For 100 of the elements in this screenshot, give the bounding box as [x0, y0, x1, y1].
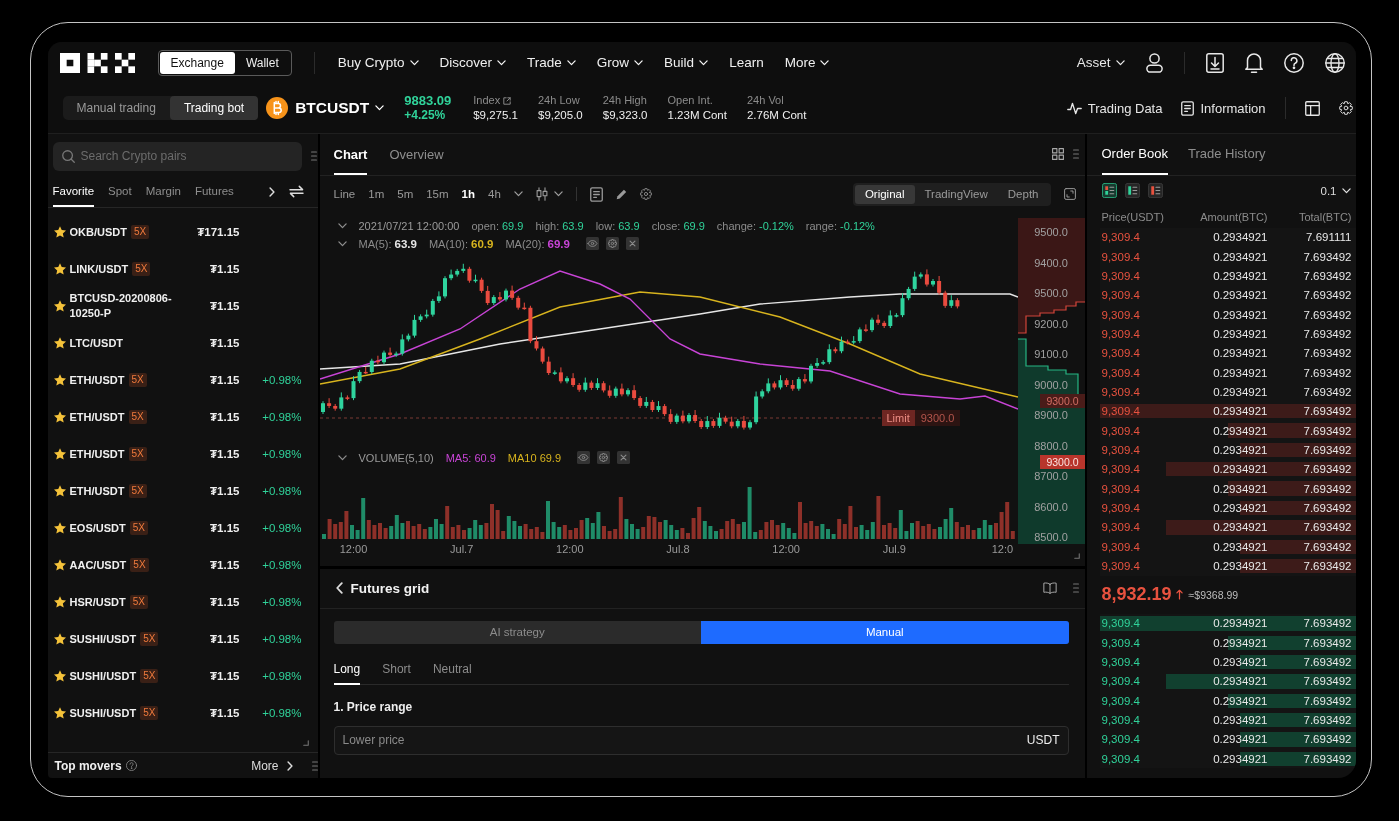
chart-view-tab[interactable]: TradingView [914, 184, 998, 204]
star-icon[interactable] [53, 596, 66, 608]
strategy-tab[interactable]: Manual [701, 620, 1069, 644]
interval-tab[interactable]: 4h [488, 188, 501, 200]
help-icon[interactable] [1283, 52, 1304, 73]
trading-mode-tab[interactable]: Manual trading [62, 96, 170, 120]
interval-tab[interactable]: Line [333, 188, 356, 200]
eye-icon[interactable] [577, 451, 591, 464]
pair-name[interactable]: LINK/USDT [69, 261, 129, 277]
search-field[interactable]: Search Crypto pairs [52, 141, 302, 171]
star-icon[interactable] [53, 337, 66, 349]
order-row[interactable]: 9,309.4 0.2934921 7.693492 [1099, 459, 1356, 479]
toolbar-link[interactable]: Trading Data [1066, 100, 1163, 116]
swap-icon[interactable] [288, 185, 304, 198]
order-row[interactable]: 9,309.4 0.2934921 7.693492 [1099, 652, 1356, 672]
drag-handle-icon[interactable] [1072, 149, 1079, 159]
direction-tab[interactable]: Short [382, 655, 411, 685]
chart-view-tab[interactable]: Depth [997, 184, 1049, 204]
account-mode-tab[interactable]: Exchange [159, 51, 235, 74]
chevron-down-icon[interactable] [337, 454, 347, 461]
order-book-tab[interactable]: Trade History [1188, 133, 1266, 175]
nav-menu-item[interactable]: Grow [596, 55, 644, 70]
pair-name[interactable]: HSR/USDT [69, 594, 126, 610]
resize-handle-icon[interactable] [1073, 552, 1080, 559]
order-book-view-icon[interactable] [1124, 183, 1140, 198]
expand-icon[interactable] [1063, 188, 1076, 200]
settings-icon[interactable] [597, 451, 611, 464]
bell-icon[interactable] [1244, 52, 1263, 73]
settings-icon[interactable] [605, 237, 619, 250]
grid-icon[interactable] [1051, 148, 1064, 160]
star-icon[interactable] [53, 300, 66, 312]
pair-name[interactable]: SUSHI/USDT [69, 668, 137, 684]
order-row[interactable]: 9,309.4 0.2934921 7.693492 [1099, 691, 1356, 711]
direction-tab[interactable]: Long [333, 655, 361, 685]
order-row[interactable]: 9,309.4 0.2934921 7.693492 [1099, 420, 1356, 441]
pair-name[interactable]: BTCUSD-20200806-10250-P [69, 291, 182, 321]
star-icon[interactable] [53, 411, 66, 423]
pencil-icon[interactable] [615, 188, 627, 200]
back-icon[interactable] [335, 582, 343, 594]
chevron-down-icon[interactable] [337, 222, 347, 229]
nav-menu-item[interactable]: Discover [439, 55, 507, 70]
pair-name[interactable]: LTC/USDT [69, 335, 124, 351]
chart-view-tab[interactable]: Original [854, 184, 915, 204]
eye-icon[interactable] [585, 237, 599, 250]
star-icon[interactable] [53, 226, 66, 238]
layout-icon[interactable] [1304, 100, 1320, 116]
pair-name[interactable]: EOS/USDT [69, 520, 126, 536]
market-tab[interactable]: Margin [145, 176, 181, 207]
order-book-tab[interactable]: Order Book [1101, 133, 1168, 175]
pair-name[interactable]: AAC/USDT [69, 557, 127, 573]
chevron-down-icon[interactable] [337, 240, 347, 247]
download-icon[interactable] [1205, 52, 1224, 73]
close-icon[interactable] [625, 237, 639, 250]
chevron-down-icon[interactable] [513, 191, 523, 197]
drag-handle-icon[interactable] [1072, 583, 1079, 593]
order-row[interactable]: 9,309.4 0.2934921 7.693492 [1099, 537, 1356, 557]
user-icon[interactable] [1145, 52, 1163, 73]
limit-order-label[interactable]: Limit [881, 409, 915, 426]
chevron-down-icon[interactable] [553, 191, 563, 197]
interval-tab[interactable]: 5m [397, 188, 414, 200]
nav-menu-item[interactable]: More [784, 55, 830, 70]
pair-name[interactable]: ETH/USDT [69, 372, 125, 388]
interval-tab[interactable]: 1h [461, 188, 475, 200]
price-step-selector[interactable]: 0.1 [1320, 184, 1351, 197]
order-row[interactable]: 9,309.4 0.2934921 7.693492 [1099, 478, 1356, 499]
candlestick-icon[interactable] [535, 187, 548, 201]
order-row[interactable]: 9,309.4 0.2934921 7.693492 [1099, 729, 1356, 750]
strategy-tab[interactable]: AI strategy [333, 620, 701, 644]
order-book-view-icon[interactable] [1101, 183, 1117, 198]
pair-name[interactable]: ETH/USDT [69, 409, 125, 425]
interval-tab[interactable]: 15m [426, 188, 449, 200]
close-icon[interactable] [617, 451, 631, 464]
star-icon[interactable] [53, 263, 66, 275]
star-icon[interactable] [53, 522, 66, 534]
more-link[interactable]: More [251, 758, 293, 773]
symbol-selector[interactable]: BTCUSDT [295, 99, 385, 117]
pair-name[interactable]: ETH/USDT [69, 483, 125, 499]
direction-tab[interactable]: Neutral [432, 655, 472, 685]
order-row[interactable]: 9,309.4 0.2934921 7.693492 [1099, 498, 1356, 518]
pair-name[interactable]: SUSHI/USDT [69, 705, 137, 721]
trading-mode-tab[interactable]: Trading bot [169, 96, 259, 120]
asset-menu[interactable]: Asset [1076, 55, 1125, 70]
star-icon[interactable] [53, 559, 66, 571]
logo-icon[interactable] [59, 52, 135, 73]
pair-name[interactable]: ETH/USDT [69, 446, 125, 462]
toolbar-link[interactable]: Information [1181, 100, 1266, 116]
nav-menu-item[interactable]: Learn [729, 55, 764, 70]
pair-name[interactable]: SUSHI/USDT [69, 631, 137, 647]
drag-handle-icon[interactable] [310, 151, 317, 161]
order-row[interactable]: 9,309.4 0.2934921 7.693492 [1099, 440, 1356, 460]
account-mode-tab[interactable]: Wallet [234, 51, 290, 74]
globe-icon[interactable] [1324, 52, 1345, 73]
document-icon[interactable] [589, 186, 603, 202]
order-row[interactable]: 9,309.4 0.2934921 7.693492 [1099, 749, 1356, 769]
star-icon[interactable] [53, 374, 66, 386]
nav-menu-item[interactable]: Trade [527, 55, 576, 70]
drag-handle-icon[interactable] [311, 760, 318, 771]
star-icon[interactable] [53, 633, 66, 645]
market-tab[interactable]: Spot [108, 176, 132, 207]
interval-tab[interactable]: 1m [368, 188, 385, 200]
